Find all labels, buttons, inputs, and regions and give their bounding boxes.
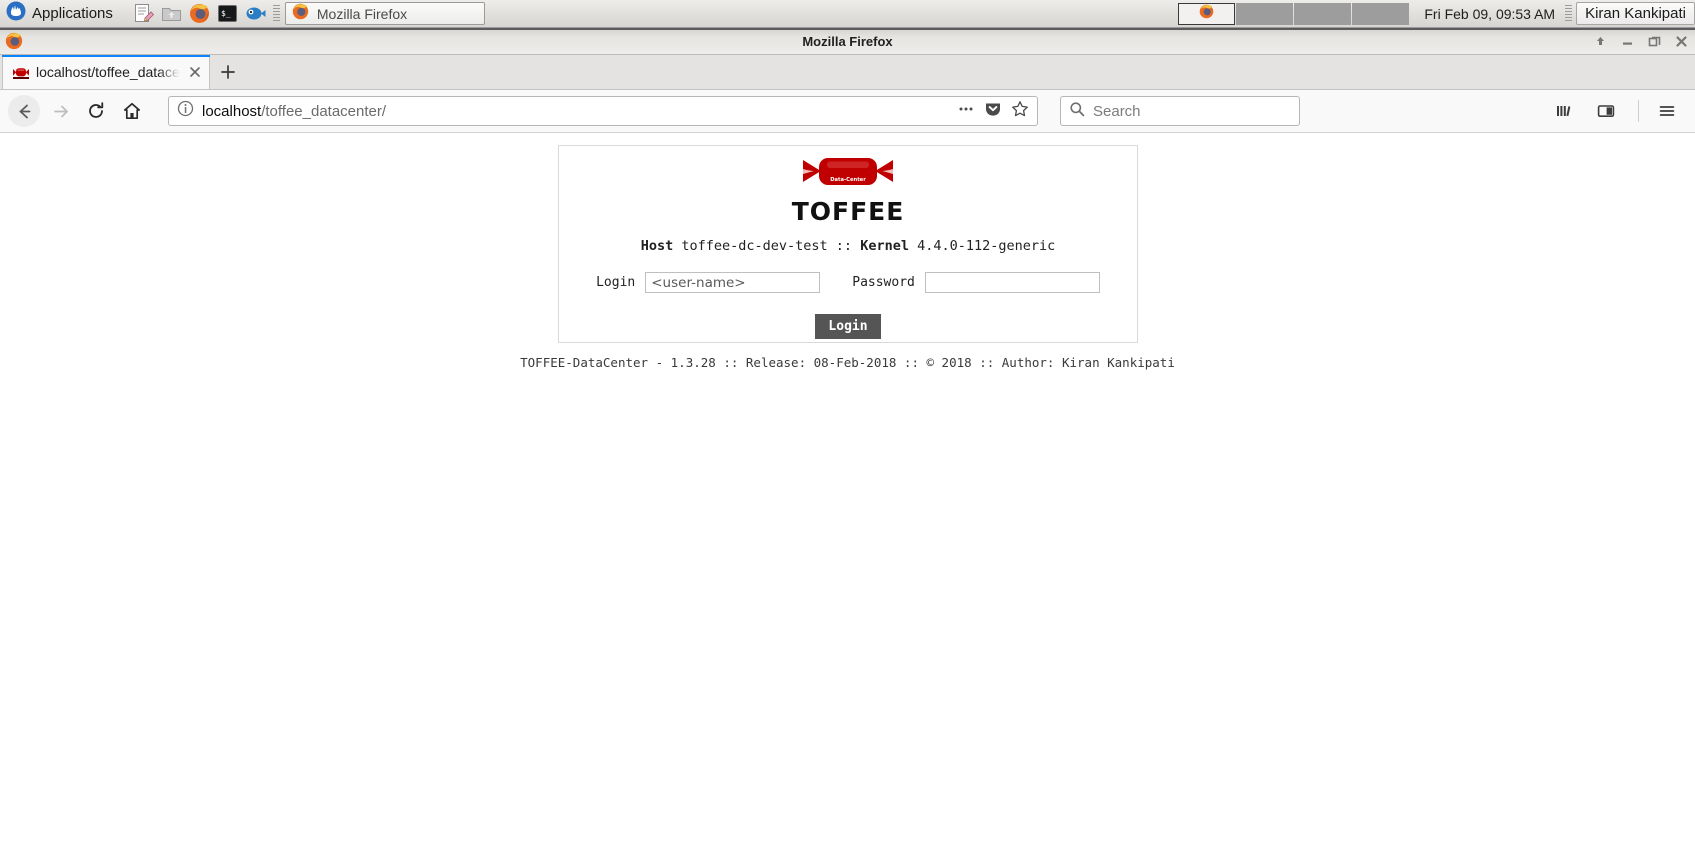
panel-left-group: Applications $_ Mozilla Firefox <box>0 0 485 28</box>
panel-separator <box>1565 4 1573 23</box>
file-manager-icon[interactable] <box>161 3 182 24</box>
new-tab-button[interactable] <box>210 55 246 89</box>
workspace-2[interactable] <box>1236 2 1294 25</box>
login-form-row: Login Password <box>559 272 1137 293</box>
library-icon[interactable] <box>1548 95 1580 127</box>
applications-menu-icon <box>6 1 26 26</box>
workspace-4[interactable] <box>1352 2 1410 25</box>
login-button-row: Login <box>559 314 1137 339</box>
kernel-label: Kernel <box>860 238 909 254</box>
login-card: Data-Center TOFFEE Host toffee-dc-dev-te… <box>558 145 1138 343</box>
page-actions-icon[interactable] <box>957 100 975 123</box>
window-controls <box>1593 34 1689 49</box>
navigation-toolbar: localhost/toffee_datacenter/ Search <box>0 90 1695 133</box>
page-content: Data-Center TOFFEE Host toffee-dc-dev-te… <box>0 133 1695 842</box>
terminal-icon[interactable]: $_ <box>217 3 238 24</box>
toffee-logo: Data-Center TOFFEE <box>559 156 1137 224</box>
task-firefox-label: Mozilla Firefox <box>316 5 408 22</box>
urlbar-icons <box>957 100 1032 123</box>
workspace-switcher[interactable] <box>1178 2 1410 25</box>
search-input[interactable]: Search <box>1093 103 1141 120</box>
user-menu-button[interactable]: Kiran Kankipati <box>1576 2 1695 25</box>
toolbar-separator <box>1638 100 1639 122</box>
shade-window-button[interactable] <box>1593 34 1608 49</box>
home-button[interactable] <box>116 95 148 127</box>
password-input[interactable] <box>924 272 1100 293</box>
toffee-favicon <box>13 66 29 79</box>
reload-button[interactable] <box>80 95 112 127</box>
close-tab-button[interactable] <box>187 64 203 80</box>
window-title: Mozilla Firefox <box>802 33 893 49</box>
search-bar[interactable]: Search <box>1060 96 1300 126</box>
firefox-icon[interactable] <box>189 3 210 24</box>
login-input[interactable] <box>645 272 821 293</box>
host-label: Host <box>640 238 674 254</box>
login-submit-button[interactable]: Login <box>815 314 881 339</box>
url-path: /toffee_datacenter/ <box>261 102 387 120</box>
host-info-line: Host toffee-dc-dev-test :: Kernel 4.4.0-… <box>559 238 1137 254</box>
workspace-1[interactable] <box>1178 2 1236 25</box>
bookmark-star-icon[interactable] <box>1011 100 1029 123</box>
browser-tab-title: localhost/toffee_datacent <box>36 64 180 80</box>
back-button[interactable] <box>8 95 40 127</box>
applications-menu-button[interactable]: Applications <box>0 1 121 27</box>
maximize-window-button[interactable] <box>1647 34 1662 49</box>
svg-text:Data-Center: Data-Center <box>830 177 866 183</box>
workspace-3[interactable] <box>1294 2 1352 25</box>
navbar-right-group <box>1548 95 1687 127</box>
wireshark-icon[interactable] <box>245 3 266 24</box>
desktop-top-panel: Applications $_ Mozilla Firefox Fri Feb … <box>0 0 1695 28</box>
firefox-icon <box>292 3 309 25</box>
host-value: toffee-dc-dev-test <box>681 238 828 254</box>
info-circle-icon[interactable] <box>177 100 194 122</box>
password-field-label: Password <box>852 275 915 290</box>
panel-launchers: $_ <box>133 3 266 24</box>
kernel-value: 4.4.0-112-generic <box>917 238 1056 254</box>
text-editor-icon[interactable] <box>133 3 154 24</box>
firefox-icon <box>1199 4 1214 24</box>
forward-button[interactable] <box>44 95 76 127</box>
toffee-candy-icon: Data-Center <box>803 156 893 198</box>
browser-tab[interactable]: localhost/toffee_datacent <box>2 55 210 89</box>
page-footer: TOFFEE-DataCenter - 1.3.28 :: Release: 0… <box>520 355 1175 370</box>
url-host: localhost <box>202 102 262 120</box>
login-field-label: Login <box>596 275 636 290</box>
search-icon <box>1069 101 1085 122</box>
panel-right-group: Fri Feb 09, 09:53 AM Kiran Kankipati <box>1178 0 1695 28</box>
minimize-window-button[interactable] <box>1620 34 1635 49</box>
clock[interactable]: Fri Feb 09, 09:53 AM <box>1414 6 1565 22</box>
task-firefox[interactable]: Mozilla Firefox <box>284 2 485 25</box>
hamburger-menu-icon[interactable] <box>1651 95 1683 127</box>
firefox-window: Mozilla Firefox localhost/toffee_datacen… <box>0 28 1695 842</box>
pocket-icon[interactable] <box>984 100 1002 123</box>
sidebar-toggle-icon[interactable] <box>1590 95 1622 127</box>
url-text[interactable]: localhost/toffee_datacenter/ <box>202 103 957 120</box>
tasklist-drag-handle[interactable] <box>272 4 280 23</box>
applications-menu-label: Applications <box>32 5 113 22</box>
url-bar[interactable]: localhost/toffee_datacenter/ <box>168 96 1038 126</box>
host-separator: :: <box>835 238 853 254</box>
svg-text:$_: $_ <box>221 9 231 18</box>
toffee-brand-text: TOFFEE <box>791 197 905 226</box>
close-window-button[interactable] <box>1674 34 1689 49</box>
window-titlebar[interactable]: Mozilla Firefox <box>0 28 1695 55</box>
tab-strip: localhost/toffee_datacent <box>0 55 1695 90</box>
